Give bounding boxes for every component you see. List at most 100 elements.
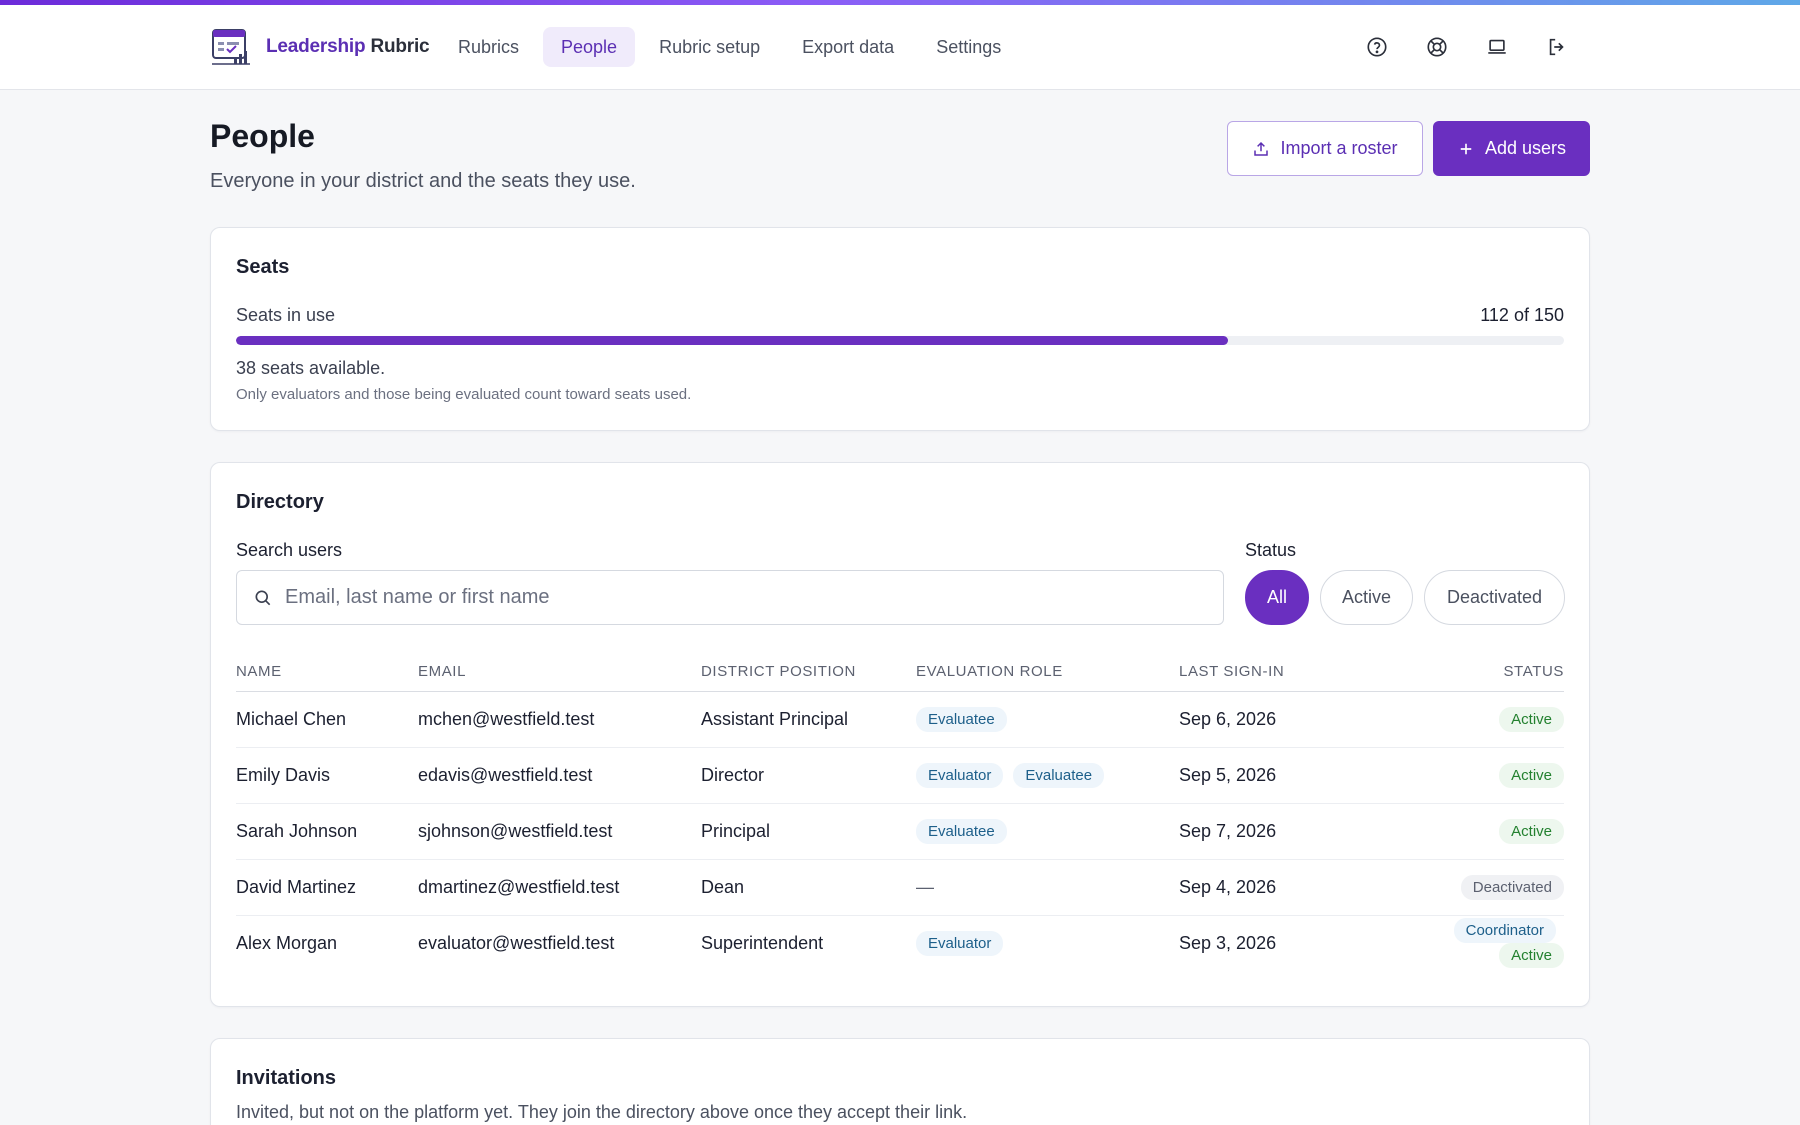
nav-settings[interactable]: Settings — [918, 27, 1019, 67]
seats-count: 112 of 150 — [1480, 305, 1564, 325]
filter-all[interactable]: All — [1245, 570, 1309, 625]
user-name: Alex Morgan — [236, 932, 338, 953]
user-status: Deactivated — [1399, 859, 1564, 916]
directory-card: Directory Search users Status All Active… — [210, 462, 1590, 1007]
user-email: edavis@westfield.test — [418, 747, 701, 804]
top-navbar: Leadership Rubric Rubrics People Rubric … — [0, 5, 1800, 90]
filter-active[interactable]: Active — [1320, 570, 1413, 625]
brand-name-rest: Rubric — [365, 36, 430, 57]
seats-progress-bar — [236, 336, 1564, 345]
column-header-position[interactable]: DISTRICT POSITION — [701, 653, 916, 692]
coordinator-badge: Coordinator — [1453, 918, 1556, 944]
nav-icon-group — [1362, 32, 1572, 62]
user-last-signin: Sep 5, 2026 — [1179, 747, 1399, 804]
table-row[interactable]: Sarah Johnson sjohnson@westfield.test Pr… — [236, 803, 1564, 860]
search-users-label: Search users — [236, 540, 343, 560]
status-badge: Active — [1499, 943, 1564, 969]
add-users-label: Add users — [1484, 138, 1567, 158]
seats-note: Only evaluators and those being evaluate… — [236, 386, 692, 403]
invitations-card: Invitations Invited, but not on the plat… — [210, 1038, 1590, 1125]
seats-available: 38 seats available. — [236, 358, 386, 378]
column-header-email[interactable]: EMAIL — [418, 653, 701, 692]
user-roles: — — [916, 859, 1179, 916]
user-name: Sarah Johnson — [236, 803, 418, 860]
user-roles: Evaluator Evaluatee — [916, 747, 1179, 804]
column-header-name[interactable]: NAME — [236, 653, 418, 692]
seats-progress-fill — [236, 336, 1228, 345]
user-status: Active — [1399, 747, 1564, 804]
main-nav: Rubrics People Rubric setup Export data … — [440, 27, 1019, 67]
user-email: dmartinez@westfield.test — [418, 859, 701, 916]
user-last-signin: Sep 7, 2026 — [1179, 803, 1399, 860]
seats-in-use-label: Seats in use — [236, 305, 336, 325]
status-badge: Deactivated — [1460, 874, 1564, 900]
status-badge: Active — [1499, 706, 1564, 732]
user-last-signin: Sep 3, 2026 — [1179, 932, 1277, 953]
user-position: Director — [701, 747, 916, 804]
user-last-signin: Sep 6, 2026 — [1179, 691, 1399, 748]
import-roster-label: Import a roster — [1280, 138, 1398, 158]
column-header-role[interactable]: EVALUATION ROLE — [916, 653, 1179, 692]
user-name: David Martinez — [236, 859, 418, 916]
table-row[interactable]: Michael Chen mchen@westfield.test Assist… — [236, 691, 1564, 748]
help-icon[interactable] — [1362, 32, 1392, 62]
table-row[interactable]: Alex Morgan evaluator@westfield.test Sup… — [236, 915, 1564, 971]
seats-title: Seats — [236, 256, 290, 278]
logout-icon[interactable] — [1542, 32, 1572, 62]
user-position: Superintendent — [701, 932, 824, 953]
laptop-icon[interactable] — [1482, 32, 1512, 62]
directory-table: NAME EMAIL DISTRICT POSITION EVALUATION … — [236, 653, 1564, 971]
status-badge: Active — [1499, 762, 1564, 788]
search-field[interactable] — [236, 570, 1224, 625]
user-position: Dean — [701, 859, 916, 916]
table-row[interactable]: Emily Davis edavis@westfield.test Direct… — [236, 747, 1564, 804]
filter-deactivated[interactable]: Deactivated — [1424, 570, 1565, 625]
status-badge: Active — [1499, 818, 1564, 844]
user-email: sjohnson@westfield.test — [418, 803, 701, 860]
table-row[interactable]: David Martinez dmartinez@westfield.test … — [236, 859, 1564, 916]
rubric-logo-icon — [212, 29, 250, 65]
user-roles: Evaluatee — [916, 691, 1179, 748]
add-users-button[interactable]: Add users — [1433, 121, 1590, 176]
user-position: Assistant Principal — [701, 691, 916, 748]
user-email: evaluator@westfield.test — [418, 932, 615, 953]
brand-name-accent: Leadership — [266, 36, 366, 57]
upload-icon — [1254, 141, 1269, 156]
brand[interactable]: Leadership Rubric — [210, 27, 430, 67]
user-name: Emily Davis — [236, 747, 418, 804]
invitations-subtitle: Invited, but not on the platform yet. Th… — [236, 1102, 968, 1122]
user-roles: Evaluatee — [916, 803, 1179, 860]
user-roles: Evaluator — [916, 915, 1179, 971]
directory-title: Directory — [236, 491, 324, 513]
table-header-row: NAME EMAIL DISTRICT POSITION EVALUATION … — [236, 653, 1564, 692]
search-icon — [255, 590, 271, 605]
page-title: People — [210, 118, 315, 154]
support-icon[interactable] — [1422, 32, 1452, 62]
role-badge: Evaluatee — [916, 818, 1007, 844]
role-badge: Evaluator — [916, 762, 1004, 788]
no-role-dash: — — [916, 876, 934, 897]
role-badge: Evaluatee — [916, 706, 1007, 732]
user-last-signin: Sep 4, 2026 — [1179, 859, 1399, 916]
column-header-last-signin[interactable]: LAST SIGN-IN — [1179, 653, 1399, 692]
page-subtitle: Everyone in your district and the seats … — [210, 170, 636, 192]
status-filter-label: Status — [1245, 540, 1297, 560]
role-badge: Evaluatee — [1013, 762, 1105, 788]
nav-people[interactable]: People — [543, 27, 636, 67]
user-status: CoordinatorActive — [1399, 915, 1564, 971]
seats-card: Seats Seats in use 112 of 150 38 seats a… — [210, 227, 1590, 431]
user-position: Principal — [701, 803, 916, 860]
invitations-title: Invitations — [236, 1067, 337, 1089]
plus-icon — [1460, 143, 1472, 154]
role-badge: Evaluator — [916, 930, 1004, 956]
import-roster-button[interactable]: Import a roster — [1227, 121, 1423, 176]
user-email: mchen@westfield.test — [418, 691, 701, 748]
column-header-status[interactable]: STATUS — [1399, 653, 1564, 692]
user-status: Active — [1399, 803, 1564, 860]
search-input[interactable] — [285, 586, 1185, 609]
nav-rubric-setup[interactable]: Rubric setup — [641, 27, 778, 67]
nav-rubrics[interactable]: Rubrics — [440, 27, 537, 67]
brand-name: Leadership Rubric — [266, 36, 430, 58]
user-status: Active — [1399, 691, 1564, 748]
nav-export-data[interactable]: Export data — [784, 27, 912, 67]
